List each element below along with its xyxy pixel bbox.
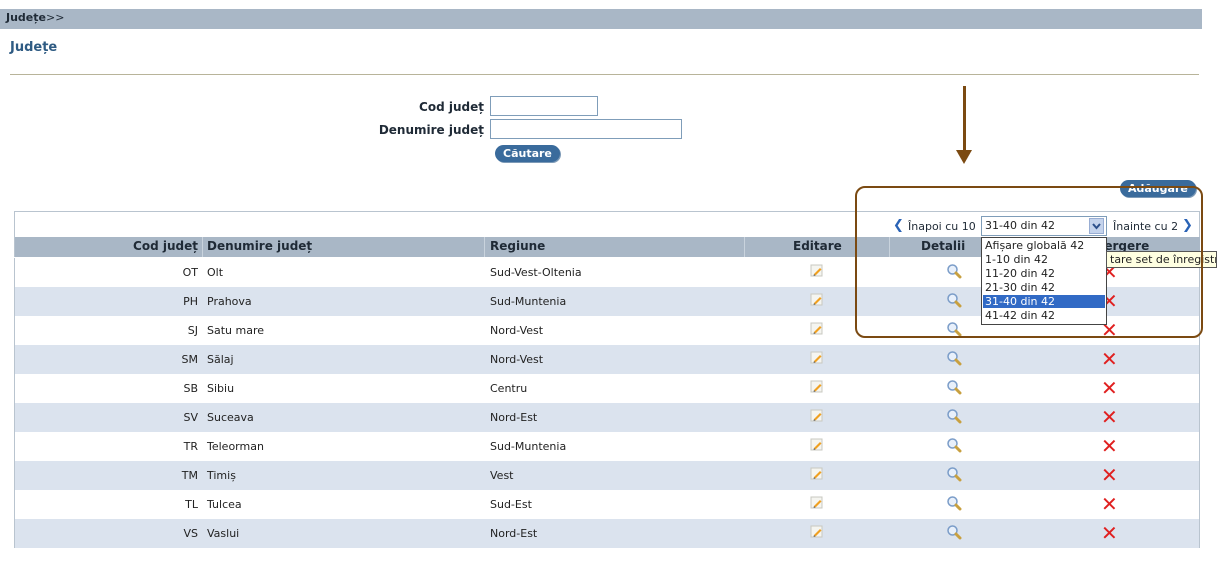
breadcrumb-item[interactable]: Județe xyxy=(6,11,46,24)
cell-name: Tulcea xyxy=(207,498,242,511)
cell-region: Sud-Vest-Oltenia xyxy=(490,266,582,279)
header-region[interactable]: Regiune xyxy=(490,239,545,253)
pencil-icon[interactable] xyxy=(810,467,824,484)
cell-name: Teleorman xyxy=(207,440,264,453)
pencil-icon[interactable] xyxy=(810,409,824,426)
magnifier-icon[interactable] xyxy=(946,350,962,369)
pencil-icon[interactable] xyxy=(810,496,824,513)
cell-name: Sibiu xyxy=(207,382,235,395)
delete-x-icon[interactable]: ✕ xyxy=(1101,494,1118,514)
dropdown-option[interactable]: Afișare globală 42 xyxy=(983,239,1105,252)
pencil-icon[interactable] xyxy=(810,293,824,310)
header-separator xyxy=(484,237,485,257)
pencil-icon[interactable] xyxy=(810,438,824,455)
cell-region: Nord-Est xyxy=(490,527,538,540)
cell-name: Satu mare xyxy=(207,324,265,337)
delete-x-icon[interactable]: ✕ xyxy=(1101,436,1118,456)
pencil-icon[interactable] xyxy=(810,322,824,339)
page-range-value: 31-40 din 42 xyxy=(985,219,1055,232)
annotation-arrow xyxy=(963,86,966,156)
pager-forward-link[interactable]: Înainte cu 2 xyxy=(1113,220,1178,233)
code-label: Cod județ xyxy=(419,100,484,114)
magnifier-icon[interactable] xyxy=(946,524,962,543)
chevron-left-icon[interactable]: ❮ xyxy=(893,218,904,233)
cell-code: SM xyxy=(181,353,198,366)
delete-x-icon[interactable]: ✕ xyxy=(1101,407,1118,427)
header-details: Detalii xyxy=(921,239,966,253)
breadcrumb-separator: >> xyxy=(45,11,65,24)
magnifier-icon[interactable] xyxy=(946,408,962,427)
delete-x-icon[interactable]: ✕ xyxy=(1101,378,1118,398)
cell-code: SB xyxy=(183,382,198,395)
page-title: Județe xyxy=(10,40,58,55)
cell-code: TR xyxy=(183,440,198,453)
header-edit: Editare xyxy=(793,239,842,253)
search-button[interactable]: Căutare xyxy=(495,145,560,162)
cell-code: VS xyxy=(183,527,198,540)
cell-name: Suceava xyxy=(207,411,254,424)
dropdown-option[interactable]: 31-40 din 42 xyxy=(983,295,1105,308)
cell-code: PH xyxy=(183,295,198,308)
cell-region: Nord-Vest xyxy=(490,324,544,337)
magnifier-icon[interactable] xyxy=(946,292,962,311)
dropdown-option[interactable]: 21-30 din 42 xyxy=(983,281,1105,294)
code-input[interactable] xyxy=(490,96,598,116)
cell-region: Nord-Est xyxy=(490,411,538,424)
magnifier-icon[interactable] xyxy=(946,466,962,485)
cell-code: OT xyxy=(182,266,198,279)
name-label: Denumire județ xyxy=(378,123,484,137)
header-code[interactable]: Cod județ xyxy=(110,239,198,253)
breadcrumb-bar xyxy=(0,9,1202,29)
delete-x-icon[interactable]: ✕ xyxy=(1101,465,1118,485)
pencil-icon[interactable] xyxy=(810,525,824,542)
add-button[interactable]: Adăugare xyxy=(1120,180,1196,197)
cell-region: Sud-Muntenia xyxy=(490,440,567,453)
header-separator xyxy=(744,237,745,257)
cell-region: Sud-Est xyxy=(490,498,532,511)
dropdown-option[interactable]: 1-10 din 42 xyxy=(983,253,1105,266)
magnifier-icon[interactable] xyxy=(946,321,962,340)
chevron-down-icon[interactable] xyxy=(1089,218,1104,234)
cell-region: Vest xyxy=(490,469,514,482)
dropdown-option[interactable]: 11-20 din 42 xyxy=(983,267,1105,280)
cell-name: Prahova xyxy=(207,295,252,308)
cell-name: Sălaj xyxy=(207,353,234,366)
annotation-arrowhead xyxy=(956,150,972,164)
cell-region: Centru xyxy=(490,382,528,395)
cell-code: SJ xyxy=(187,324,198,337)
magnifier-icon[interactable] xyxy=(946,263,962,282)
cell-region: Nord-Vest xyxy=(490,353,544,366)
dropdown-option[interactable]: 41-42 din 42 xyxy=(983,309,1105,322)
cell-region: Sud-Muntenia xyxy=(490,295,567,308)
divider xyxy=(10,74,1199,75)
cell-code: TL xyxy=(185,498,198,511)
chevron-right-icon[interactable]: ❯ xyxy=(1182,218,1193,233)
magnifier-icon[interactable] xyxy=(946,437,962,456)
delete-x-icon[interactable]: ✕ xyxy=(1101,349,1118,369)
cell-code: SV xyxy=(183,411,198,424)
pager-back-link[interactable]: Înapoi cu 10 xyxy=(908,220,976,233)
pencil-icon[interactable] xyxy=(810,264,824,281)
breadcrumb: Județe>> xyxy=(6,11,64,24)
magnifier-icon[interactable] xyxy=(946,495,962,514)
cell-name: Olt xyxy=(207,266,224,279)
delete-x-icon[interactable]: ✕ xyxy=(1101,523,1118,543)
magnifier-icon[interactable] xyxy=(946,379,962,398)
header-separator xyxy=(889,237,890,257)
header-separator xyxy=(202,237,203,257)
tooltip: tare set de înregistrări xyxy=(1106,251,1217,268)
pencil-icon[interactable] xyxy=(810,351,824,368)
page-range-dropdown[interactable]: Afișare globală 42 1-10 din 42 11-20 din 4… xyxy=(981,237,1107,325)
name-input[interactable] xyxy=(490,119,682,139)
cell-code: TM xyxy=(181,469,198,482)
header-name[interactable]: Denumire județ xyxy=(207,239,312,253)
cell-name: Vaslui xyxy=(207,527,240,540)
cell-name: Timiș xyxy=(207,469,236,482)
pencil-icon[interactable] xyxy=(810,380,824,397)
